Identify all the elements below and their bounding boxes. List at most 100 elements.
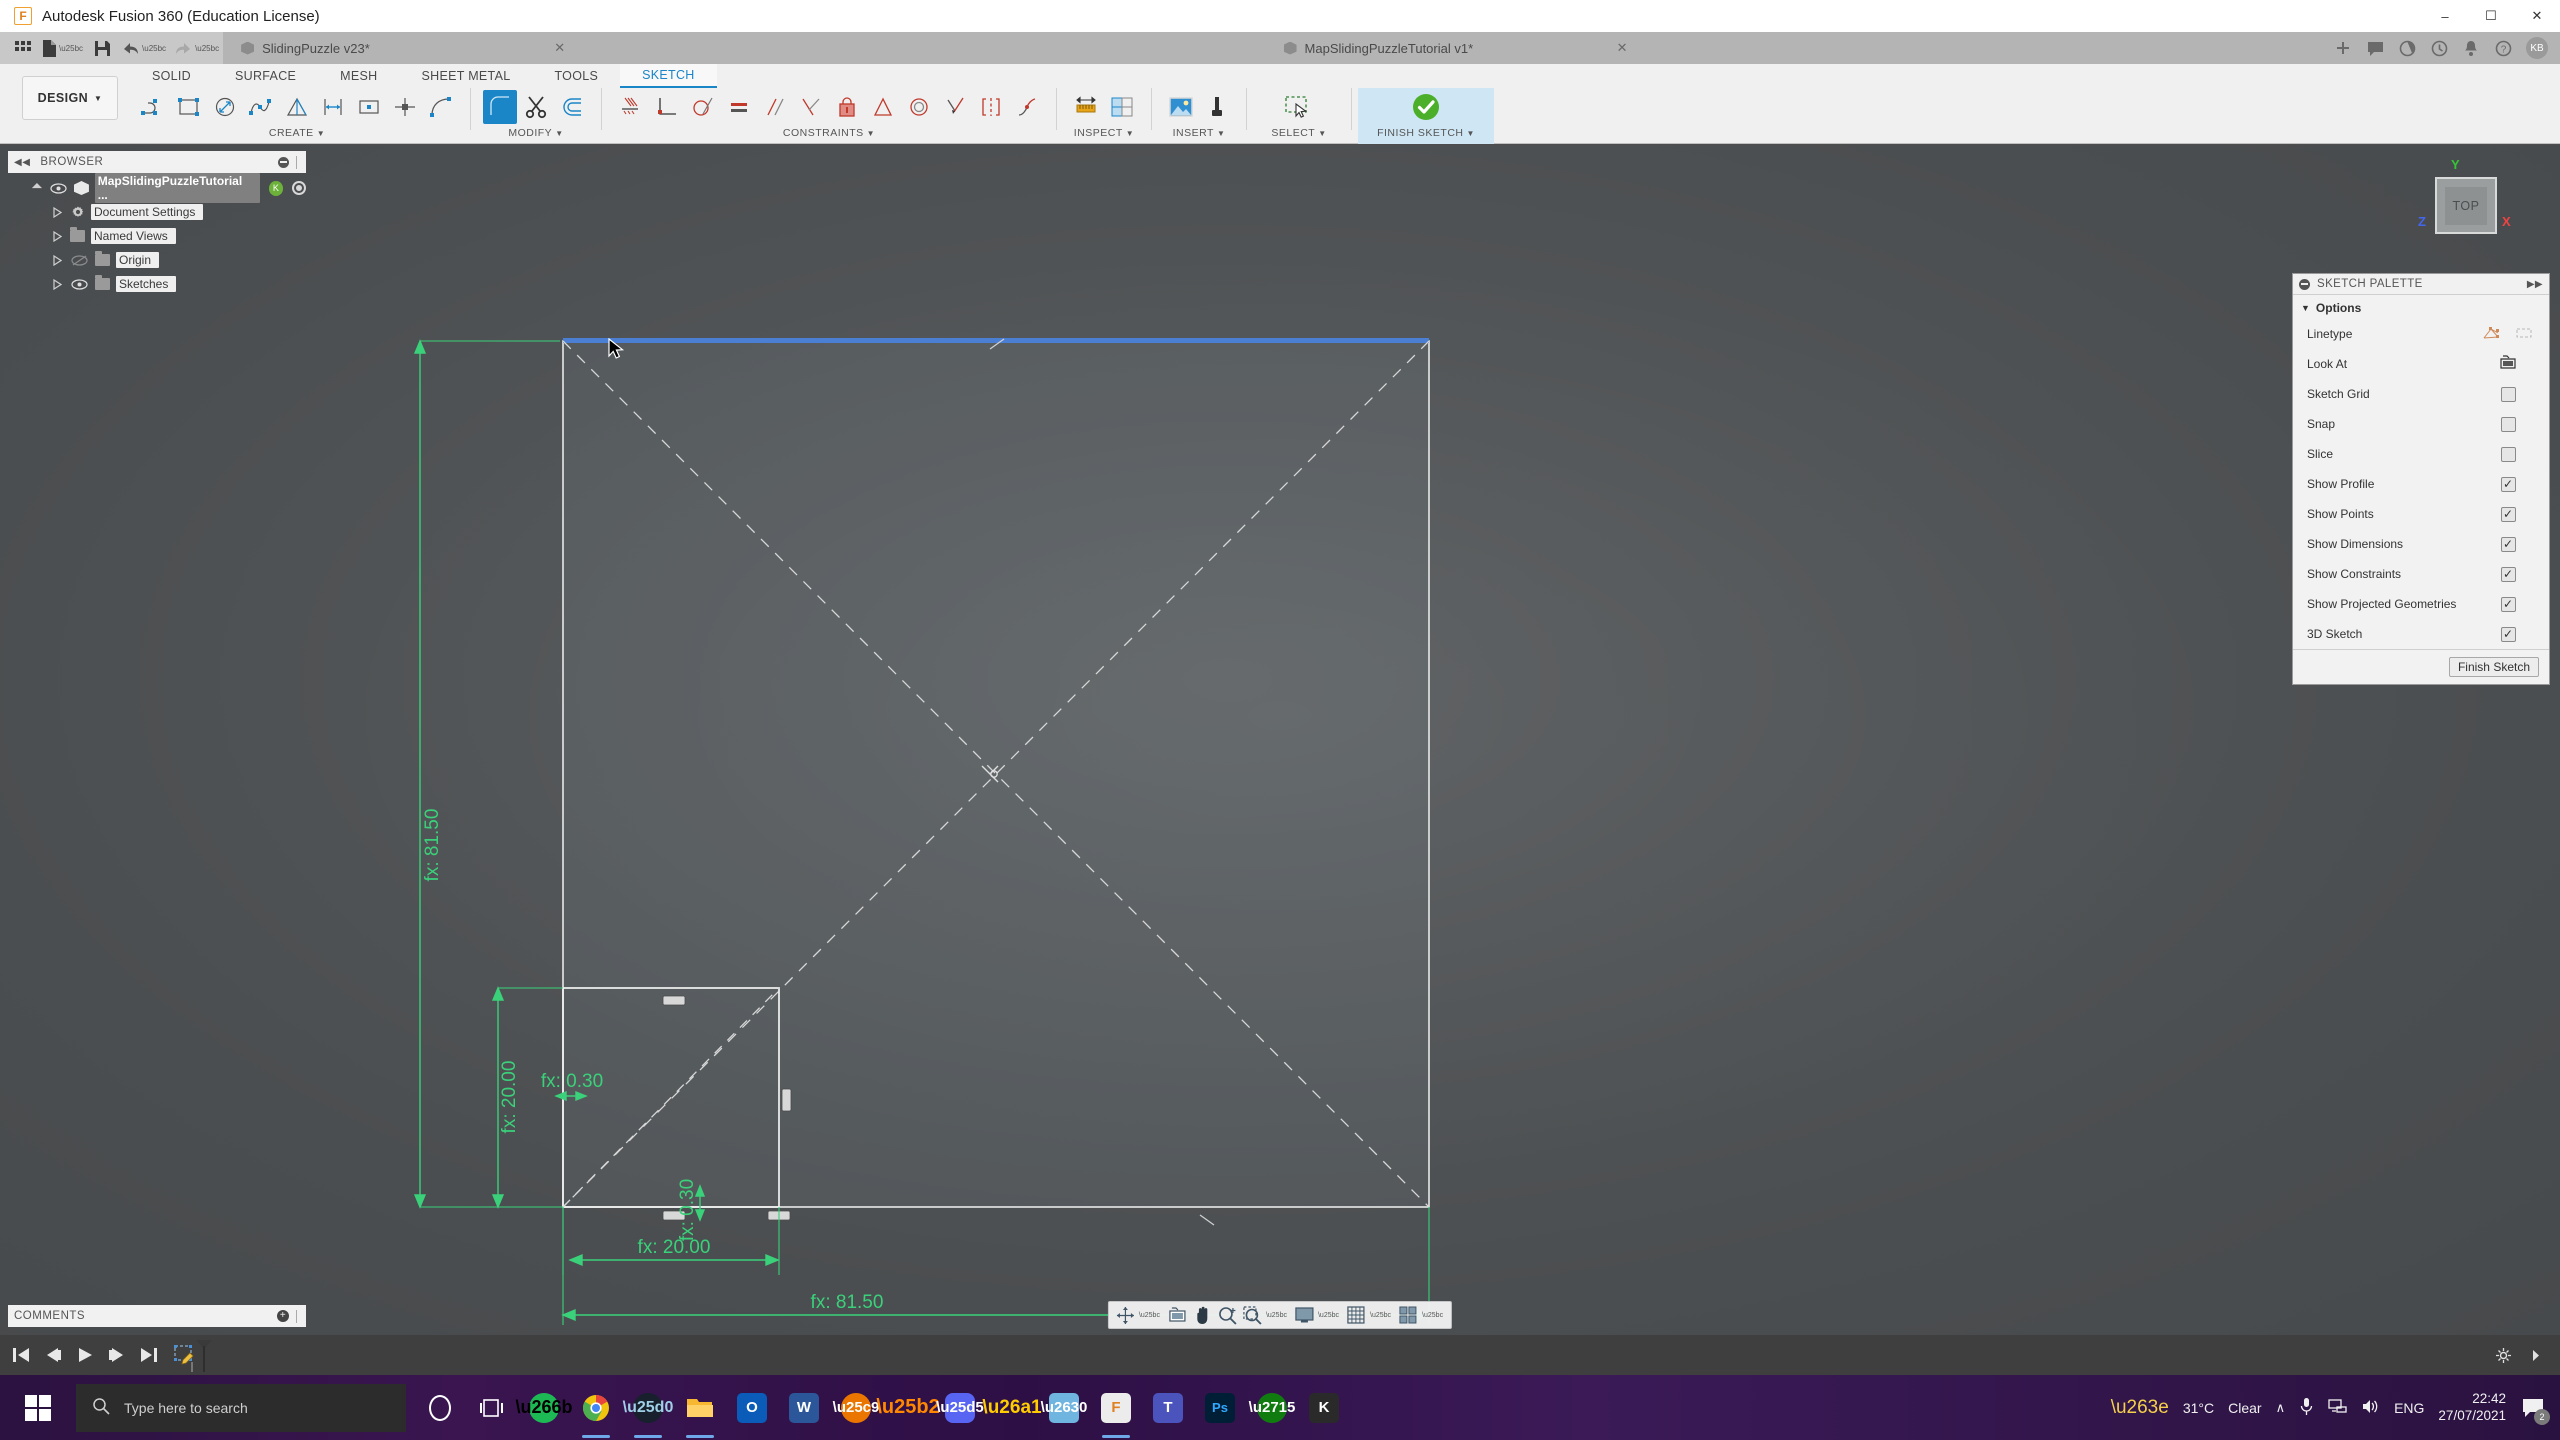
activate-component-radio[interactable] — [292, 181, 306, 195]
timeline-end-icon[interactable] — [138, 1344, 160, 1366]
timeline-settings-icon[interactable] — [2492, 1344, 2514, 1366]
sketch-dimension-icon[interactable] — [614, 90, 648, 124]
fusion360-icon[interactable]: F — [1090, 1375, 1142, 1440]
expand-arrow-icon[interactable] — [50, 231, 64, 242]
outlook-icon[interactable]: O — [726, 1375, 778, 1440]
trim-scissors-icon[interactable] — [519, 90, 553, 124]
timeline-play-icon[interactable] — [74, 1344, 96, 1366]
tab-sketch[interactable]: SKETCH — [620, 64, 717, 88]
circle-icon[interactable] — [208, 90, 242, 124]
ribbon-group-finish-sketch[interactable]: FINISH SKETCH▼ — [1358, 88, 1494, 144]
palette-row-show-profile[interactable]: Show Profile — [2293, 469, 2549, 499]
minimize-button[interactable]: – — [2422, 0, 2468, 32]
palette-expand-icon[interactable]: ▶▶ — [2527, 279, 2543, 290]
palette-row-snap[interactable]: Snap — [2293, 409, 2549, 439]
offset-icon[interactable] — [555, 90, 589, 124]
close-tab-icon[interactable]: ✕ — [1587, 40, 1628, 56]
show-projected-geometries-checkbox[interactable] — [2501, 597, 2516, 612]
show-constraints-checkbox[interactable] — [2501, 567, 2516, 582]
linetype-normal-icon[interactable] — [2483, 326, 2501, 343]
chevron-down-icon[interactable]: \u25bc — [1370, 1312, 1391, 1319]
task-view-icon[interactable] — [466, 1375, 518, 1440]
expand-arrow-icon[interactable] — [50, 207, 64, 218]
gap-bottom-dimension[interactable]: fx: 0.30 — [677, 1179, 698, 1241]
palette-minimize-icon[interactable] — [2299, 279, 2310, 290]
recent-icon[interactable] — [2424, 33, 2454, 63]
vlc-icon[interactable]: \u25b2 — [882, 1375, 934, 1440]
ribbon-group-label-modify[interactable]: MODIFY▼ — [508, 127, 563, 139]
save-icon[interactable] — [87, 33, 117, 63]
word-icon[interactable]: W — [778, 1375, 830, 1440]
volume-icon[interactable] — [2361, 1398, 2380, 1418]
viewports-icon[interactable] — [1397, 1304, 1419, 1326]
add-tab-icon[interactable] — [2328, 33, 2358, 63]
midpoint-icon[interactable] — [866, 90, 900, 124]
timeline-expand-icon[interactable] — [2524, 1344, 2546, 1366]
new-file-icon[interactable]: \u25bc — [38, 33, 87, 63]
horizontal-vertical-icon[interactable] — [650, 90, 684, 124]
palette-row-show-points[interactable]: Show Points — [2293, 499, 2549, 529]
finish-sketch-button[interactable]: Finish Sketch — [2449, 657, 2539, 677]
photoshop-icon[interactable]: Ps — [1194, 1375, 1246, 1440]
krita-icon[interactable]: K — [1298, 1375, 1350, 1440]
document-tab-sliding-puzzle[interactable]: SlidingPuzzle v23* ✕ — [223, 32, 583, 64]
slot-icon[interactable] — [316, 90, 350, 124]
parallel-icon[interactable] — [758, 90, 792, 124]
microphone-icon[interactable] — [2299, 1397, 2314, 1419]
equal-icon[interactable] — [722, 90, 756, 124]
steam-icon[interactable]: \u25d0 — [622, 1375, 674, 1440]
show-dimensions-checkbox[interactable] — [2501, 537, 2516, 552]
fix-lock-icon[interactable] — [830, 90, 864, 124]
select-window-icon[interactable] — [1277, 90, 1321, 124]
chevron-down-icon[interactable]: \u25bc — [1318, 1312, 1339, 1319]
action-center-icon[interactable]: 2 — [2520, 1395, 2546, 1421]
spline-icon[interactable] — [244, 90, 278, 124]
expand-arrow-icon[interactable] — [50, 279, 64, 290]
chevron-down-icon[interactable]: \u25bc — [1422, 1312, 1443, 1319]
browser-minimize-icon[interactable] — [278, 157, 289, 168]
network-icon[interactable] — [2328, 1398, 2347, 1417]
timeline-step-back-icon[interactable] — [42, 1344, 64, 1366]
undo-icon[interactable]: \u25bc — [117, 33, 170, 63]
visibility-eye-icon[interactable] — [49, 180, 69, 196]
tray-overflow-chevron-icon[interactable]: ∧ — [2276, 1400, 2286, 1416]
ribbon-group-label-constraints[interactable]: CONSTRAINTS▼ — [783, 127, 875, 139]
outer-height-dimension[interactable]: fx: 81.50 — [422, 809, 443, 882]
avatar[interactable]: KB — [2526, 37, 2548, 59]
arc-icon[interactable] — [424, 90, 458, 124]
windows-start-icon[interactable] — [0, 1375, 76, 1440]
help-icon[interactable]: ? — [2488, 33, 2518, 63]
tab-surface[interactable]: SURFACE — [213, 65, 318, 87]
ribbon-group-label-select[interactable]: SELECT▼ — [1271, 127, 1326, 139]
view-cube[interactable]: Y X Z TOP — [2410, 157, 2520, 252]
cortana-icon[interactable] — [414, 1375, 466, 1440]
grid-settings-icon[interactable] — [1345, 1304, 1367, 1326]
ribbon-group-label-insert[interactable]: INSERT▼ — [1173, 127, 1226, 139]
blender-icon[interactable]: \u25c9 — [830, 1375, 882, 1440]
chrome-icon[interactable] — [570, 1375, 622, 1440]
polygon-icon[interactable] — [280, 90, 314, 124]
concentric-icon[interactable] — [902, 90, 936, 124]
palette-section-options[interactable]: ▼ Options — [2293, 295, 2549, 319]
notepad-icon[interactable]: \u2630 — [1038, 1375, 1090, 1440]
show-profile-checkbox[interactable] — [2501, 477, 2516, 492]
app-grid-icon[interactable] — [8, 33, 38, 63]
expand-arrow-icon[interactable] — [50, 255, 64, 266]
browser-item-origin[interactable]: Origin — [8, 248, 306, 272]
file-explorer-icon[interactable] — [674, 1375, 726, 1440]
workspace-switcher-button[interactable]: DESIGN ▼ — [22, 76, 118, 120]
sketch-grid-checkbox[interactable] — [2501, 387, 2516, 402]
insert-mcmaster-icon[interactable] — [1200, 90, 1234, 124]
tray-language[interactable]: ENG — [2394, 1400, 2424, 1416]
notifications-bell-icon[interactable] — [2456, 33, 2486, 63]
ribbon-group-label-inspect[interactable]: INSPECT▼ — [1074, 127, 1134, 139]
timeline-begin-icon[interactable] — [10, 1344, 32, 1366]
taskbar-search-box[interactable]: Type here to search — [76, 1384, 406, 1432]
visibility-eye-off-icon[interactable] — [69, 252, 89, 268]
curvature-icon[interactable] — [1010, 90, 1044, 124]
comments-grip[interactable] — [296, 1310, 300, 1323]
tab-sheet-metal[interactable]: SHEET METAL — [399, 65, 532, 87]
rectangle-icon[interactable] — [172, 90, 206, 124]
collapse-browser-icon[interactable]: ◀◀ — [14, 157, 30, 168]
discord-icon[interactable]: \u25d5 — [934, 1375, 986, 1440]
